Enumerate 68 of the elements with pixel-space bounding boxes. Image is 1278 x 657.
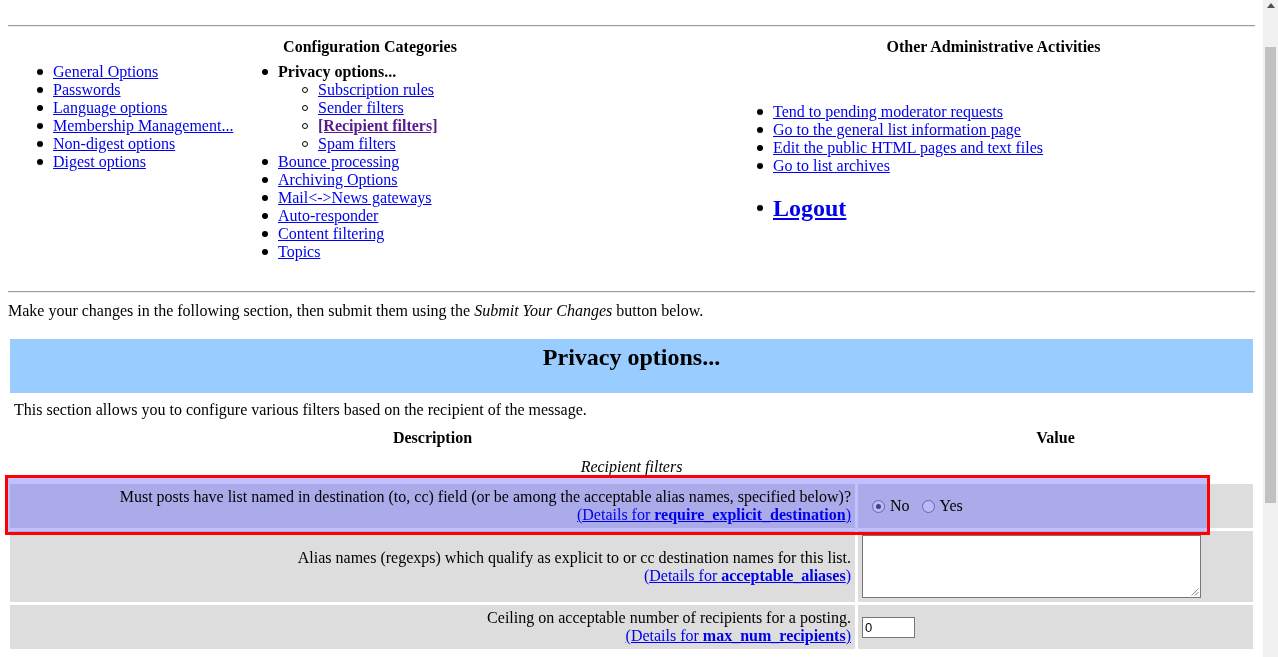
setting-description: Must posts have list named in destination (to, cc) field (or be among the acceptable alias names, specified below)?	[119, 488, 851, 506]
bullet-icon	[37, 159, 43, 165]
bullet-icon	[757, 108, 763, 115]
bullet-icon	[262, 213, 268, 219]
logout-link[interactable]: Logout	[773, 193, 847, 222]
details-link[interactable]: (Details for acceptable_aliases)	[643, 566, 851, 585]
hollow-bullet-icon	[302, 123, 308, 129]
radio-button[interactable]	[872, 499, 885, 513]
bullet-icon	[262, 159, 268, 165]
hollow-bullet-icon	[302, 87, 308, 93]
scroll-up-icon[interactable]	[1266, 3, 1275, 8]
bullet-icon	[757, 126, 763, 133]
category-link[interactable]: General Options	[53, 63, 159, 81]
bullet-icon	[262, 177, 268, 183]
category-link[interactable]: Subscription rules	[318, 81, 434, 99]
group-label: Recipient filters	[580, 458, 683, 475]
scrollbar-track[interactable]	[1263, 0, 1278, 657]
category-link[interactable]: Bounce processing	[278, 153, 400, 171]
current-category: Privacy options...	[278, 63, 397, 81]
activities-heading: Other Administrative Activities	[886, 38, 1101, 56]
scrollbar-thumb[interactable]	[1265, 47, 1276, 503]
category-link[interactable]: Passwords	[53, 81, 121, 99]
bullet-icon	[37, 123, 43, 129]
number-field[interactable]: 0	[862, 616, 915, 638]
instructions-text: Make your changes in the following section, then submit them using the Submit Your Changes button below.	[8, 302, 705, 320]
admin-link[interactable]: Edit the public HTML pages and text files	[773, 138, 1043, 157]
category-link[interactable]: Membership Management...	[53, 117, 234, 135]
details-link[interactable]: (Details for max_num_recipients)	[625, 627, 851, 645]
bullet-icon	[37, 141, 43, 147]
section-description: This section allows you to configure various filters based on the recipient of the message.	[14, 401, 587, 418]
hollow-bullet-icon	[302, 141, 308, 147]
admin-link[interactable]: Go to list archives	[773, 156, 890, 175]
bullet-icon	[37, 105, 43, 111]
bullet-icon	[262, 69, 268, 75]
categories-heading: Configuration Categories	[283, 38, 457, 56]
bullet-icon	[757, 144, 763, 151]
category-link[interactable]: Auto-responder	[278, 207, 379, 225]
category-link[interactable]: Spam filters	[318, 135, 396, 153]
radio-button[interactable]	[921, 499, 935, 513]
column-header: Value	[1036, 429, 1075, 446]
category-link[interactable]: Mail<->News gateways	[278, 189, 432, 207]
setting-description: Alias names (regexps) which qualify as explicit to or cc destination names for this list.	[297, 548, 851, 567]
bullet-icon	[37, 69, 43, 75]
bullet-icon	[757, 162, 763, 169]
text-area[interactable]	[862, 535, 1201, 598]
admin-link[interactable]: Go to the general list information page	[773, 120, 1021, 139]
category-link[interactable]: Digest options	[53, 153, 146, 171]
hollow-bullet-icon	[302, 105, 308, 111]
bullet-icon	[262, 249, 268, 255]
category-link[interactable]: Topics	[278, 243, 321, 261]
resize-grip-icon[interactable]	[1191, 588, 1199, 596]
bullet-icon	[757, 204, 763, 211]
details-link[interactable]: (Details for require_explicit_destination)	[576, 506, 851, 524]
category-link[interactable]: Language options	[53, 99, 168, 117]
bullet-icon	[262, 195, 268, 201]
category-link[interactable]: Archiving Options	[278, 171, 398, 189]
category-link[interactable]: Sender filters	[318, 99, 404, 117]
bullet-icon	[262, 231, 268, 237]
category-link[interactable]: Non-digest options	[53, 135, 176, 153]
category-link[interactable]: Content filtering	[278, 225, 385, 243]
admin-link[interactable]: Tend to pending moderator requests	[773, 102, 1003, 121]
section-title: Privacy options...	[542, 344, 721, 370]
radio-label[interactable]: No	[890, 497, 910, 515]
column-header: Description	[392, 429, 473, 446]
setting-description: Ceiling on acceptable number of recipients for a posting.	[487, 609, 851, 627]
bullet-icon	[37, 87, 43, 93]
radio-label[interactable]: Yes	[939, 497, 963, 515]
category-link[interactable]: [Recipient filters]	[318, 117, 438, 135]
